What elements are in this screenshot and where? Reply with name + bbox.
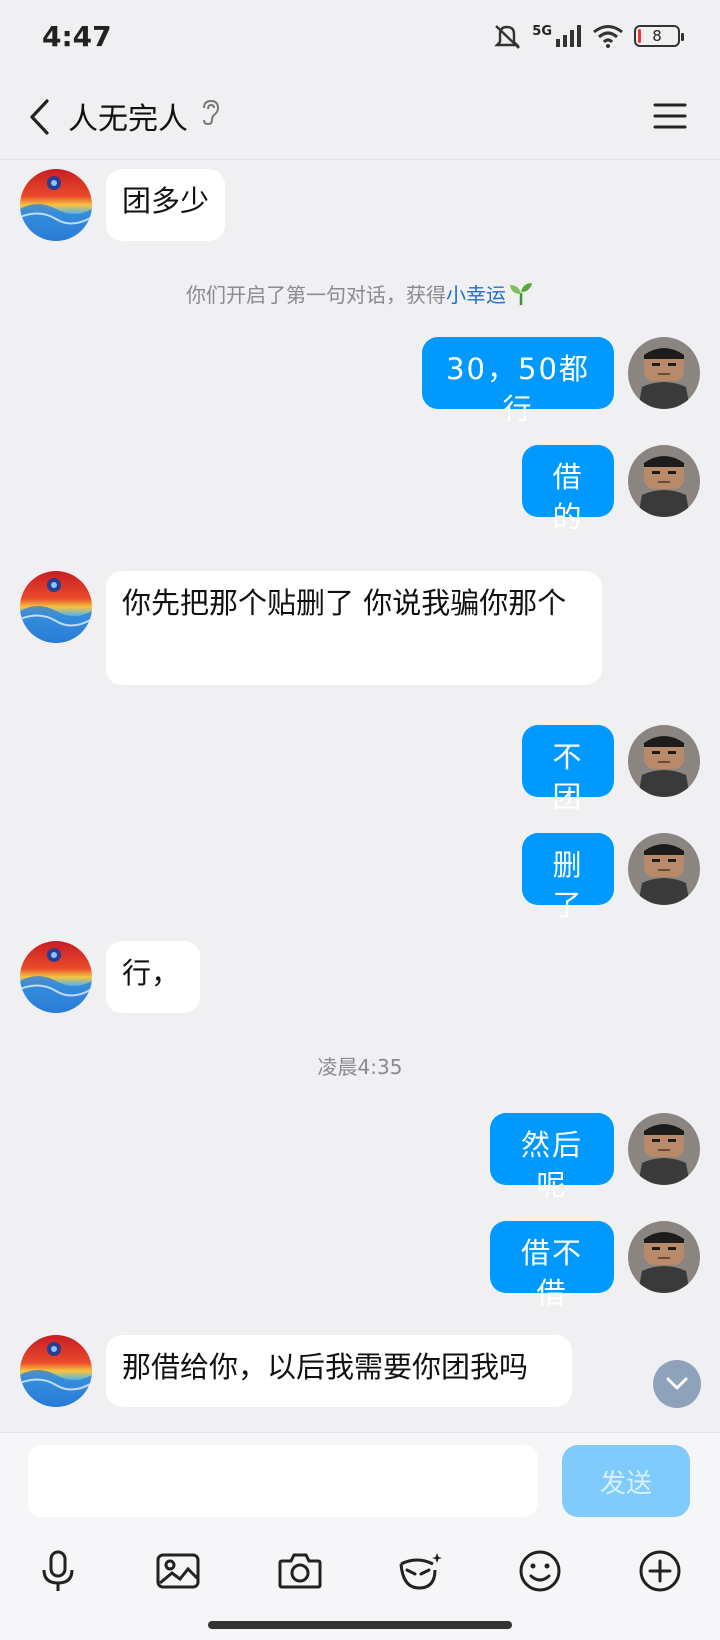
self-avatar[interactable] bbox=[628, 1221, 700, 1293]
wifi-icon bbox=[593, 25, 623, 48]
chat-title[interactable]: 人无完人 bbox=[68, 94, 188, 138]
send-button[interactable]: 发送 bbox=[562, 1445, 690, 1517]
timestamp: 凌晨4:35 bbox=[317, 1055, 403, 1079]
scroll-to-bottom-button[interactable] bbox=[653, 1360, 701, 1408]
signal-icon bbox=[556, 25, 581, 47]
input-toolbar bbox=[0, 1543, 720, 1603]
message-list[interactable]: 团多少 你们开启了第一句对话，获得小幸运 30，50都行 借的 你先把那个贴删了… bbox=[0, 161, 720, 1431]
contact-avatar[interactable] bbox=[20, 169, 92, 241]
sprout-icon bbox=[508, 282, 534, 311]
self-avatar[interactable] bbox=[628, 833, 700, 905]
message-input[interactable] bbox=[28, 1445, 538, 1517]
message-bubble[interactable]: 借不借 bbox=[490, 1221, 614, 1310]
self-avatar[interactable] bbox=[628, 725, 700, 797]
image-icon[interactable] bbox=[150, 1543, 206, 1599]
self-avatar[interactable] bbox=[628, 337, 700, 409]
emoji-icon[interactable] bbox=[512, 1543, 568, 1599]
message-bubble[interactable]: 删了 bbox=[522, 833, 614, 922]
message-bubble[interactable]: 不团 bbox=[522, 725, 614, 814]
input-bar: 发送 bbox=[0, 1432, 720, 1640]
plus-icon[interactable] bbox=[632, 1543, 688, 1599]
message-bubble[interactable]: 行， bbox=[106, 941, 200, 1013]
status-bar: 4:47 5G 8 bbox=[0, 0, 720, 78]
chat-header: 人无完人 bbox=[0, 78, 720, 160]
message-bubble[interactable]: 团多少 bbox=[106, 169, 226, 241]
sticker-icon[interactable] bbox=[392, 1543, 448, 1599]
lucky-link[interactable]: 小幸运 bbox=[446, 283, 506, 307]
battery-level: 8 bbox=[652, 27, 662, 45]
home-indicator[interactable] bbox=[208, 1621, 512, 1629]
chevron-down-icon bbox=[666, 1377, 688, 1390]
network-label: 5G bbox=[532, 23, 552, 39]
self-avatar[interactable] bbox=[628, 1113, 700, 1185]
back-button[interactable] bbox=[22, 92, 58, 142]
microphone-icon[interactable] bbox=[30, 1543, 86, 1599]
message-bubble[interactable]: 你先把那个贴删了 你说我骗你那个 bbox=[106, 571, 602, 685]
contact-avatar[interactable] bbox=[20, 571, 92, 643]
system-notice-text: 你们开启了第一句对话，获得 bbox=[186, 283, 446, 307]
mute-bell-icon bbox=[494, 25, 521, 49]
menu-button[interactable] bbox=[650, 96, 690, 136]
message-bubble[interactable]: 然后呢 bbox=[490, 1113, 614, 1202]
message-bubble[interactable]: 那借给你，以后我需要你团我吗 bbox=[106, 1335, 572, 1407]
chevron-left-icon bbox=[30, 99, 49, 135]
camera-icon[interactable] bbox=[272, 1543, 328, 1599]
self-avatar[interactable] bbox=[628, 445, 700, 517]
menu-icon bbox=[653, 103, 687, 129]
contact-avatar[interactable] bbox=[20, 1335, 92, 1407]
status-icons: 5G 8 bbox=[492, 22, 684, 50]
battery-icon: 8 bbox=[634, 25, 684, 47]
system-notice: 你们开启了第一句对话，获得小幸运 bbox=[0, 279, 720, 311]
message-bubble[interactable]: 借的 bbox=[522, 445, 614, 534]
contact-avatar[interactable] bbox=[20, 941, 92, 1013]
ear-icon[interactable] bbox=[198, 98, 222, 130]
message-bubble[interactable]: 30，50都行 bbox=[422, 337, 614, 426]
status-time: 4:47 bbox=[42, 20, 112, 53]
